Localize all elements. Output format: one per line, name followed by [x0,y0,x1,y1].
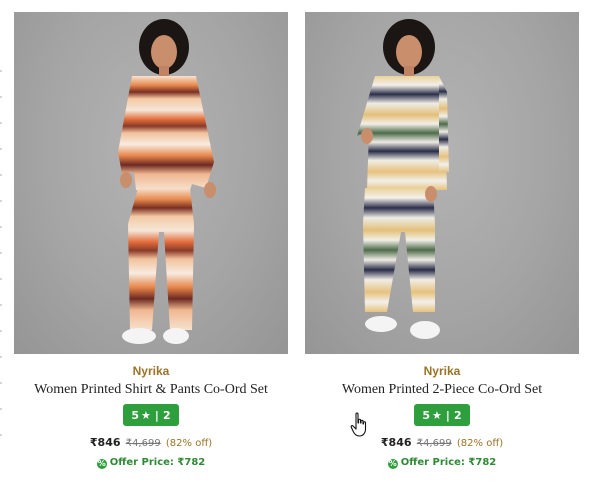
review-count: 2 [453,408,462,422]
product-brand[interactable]: Nyrika [14,364,288,378]
hand-pointer-icon [350,412,367,437]
original-price: ₹4,699 [125,438,161,449]
star-icon: ★ [141,408,151,422]
page-edge-dots [0,0,4,488]
price-row: ₹846 ₹4,699 (82% off) [14,436,288,449]
offer-tag-icon: % [387,459,398,469]
star-icon: ★ [432,408,442,422]
product-title[interactable]: Women Printed 2-Piece Co-Ord Set [305,382,579,398]
selling-price: ₹846 [89,436,121,449]
product-image[interactable] [14,12,288,354]
product-title[interactable]: Women Printed Shirt & Pants Co-Ord Set [14,382,288,398]
product-card[interactable]: Nyrika Women Printed 2-Piece Co-Ord Set … [305,12,579,484]
product-brand[interactable]: Nyrika [305,364,579,378]
original-price: ₹4,699 [416,438,452,449]
price-row: ₹846 ₹4,699 (82% off) [305,436,579,449]
rating-separator: | [154,408,159,422]
rating-badge[interactable]: 5 ★ | 2 [123,404,179,426]
selling-price: ₹846 [380,436,412,449]
rating-value: 5 [131,408,140,422]
offer-price-row: % Offer Price: ₹782 [305,457,579,469]
rating-badge[interactable]: 5 ★ | 2 [414,404,470,426]
offer-tag-icon: % [96,459,107,469]
offer-price-label: Offer Price: ₹782 [109,457,206,468]
discount-percent: (82% off) [456,438,504,449]
discount-percent: (82% off) [165,438,213,449]
product-image[interactable] [305,12,579,354]
rating-value: 5 [422,408,431,422]
offer-price-row: % Offer Price: ₹782 [14,457,288,469]
product-card[interactable]: Nyrika Women Printed Shirt & Pants Co-Or… [14,12,288,484]
review-count: 2 [162,408,171,422]
rating-separator: | [445,408,450,422]
offer-price-label: Offer Price: ₹782 [400,457,497,468]
